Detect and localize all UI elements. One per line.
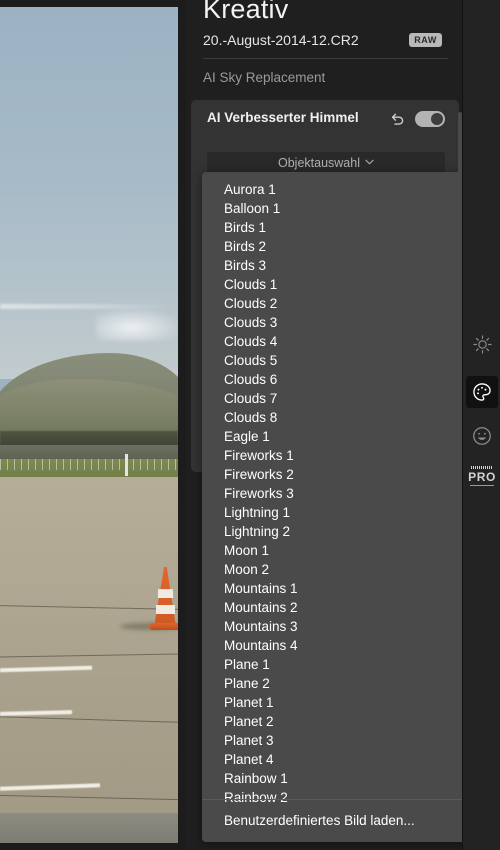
menu-item[interactable]: Clouds 5 <box>202 351 478 370</box>
photo-marker-post <box>125 454 128 476</box>
portrait-icon[interactable] <box>466 420 498 452</box>
menu-item[interactable]: Clouds 4 <box>202 332 478 351</box>
menu-item[interactable]: Planet 1 <box>202 693 478 712</box>
toggle-knob <box>431 113 443 125</box>
menu-item[interactable]: Mountains 3 <box>202 617 478 636</box>
object-select-menu[interactable]: Aurora 1 Balloon 1 Birds 1 Birds 2 Birds 3 Cl… <box>202 172 478 842</box>
menu-item[interactable]: Clouds 2 <box>202 294 478 313</box>
object-select-dropdown-button[interactable]: Objektauswahl <box>207 152 445 173</box>
raw-badge: RAW <box>409 33 442 47</box>
menu-item[interactable]: Planet 2 <box>202 712 478 731</box>
brightness-icon[interactable] <box>466 328 498 360</box>
menu-item[interactable]: Mountains 4 <box>202 636 478 655</box>
section-label: AI Sky Replacement <box>203 70 326 85</box>
edit-panel-content: Kreativ 20.-August-2014-12.CR2 RAW AI Sk… <box>186 0 478 850</box>
menu-item[interactable]: Planet 4 <box>202 750 478 769</box>
menu-item[interactable]: Fireworks 2 <box>202 465 478 484</box>
palette-icon[interactable] <box>466 376 498 408</box>
menu-item[interactable]: Birds 1 <box>202 218 478 237</box>
file-row: 20.-August-2014-12.CR2 RAW <box>203 32 448 54</box>
menu-item[interactable]: Fireworks 1 <box>202 446 478 465</box>
menu-item[interactable]: Balloon 1 <box>202 199 478 218</box>
photo-traffic-cone <box>148 567 178 633</box>
page-title: Kreativ <box>203 0 289 24</box>
menu-item[interactable]: Clouds 8 <box>202 408 478 427</box>
app-window: Kreativ 20.-August-2014-12.CR2 RAW AI Sk… <box>0 0 500 850</box>
file-name: 20.-August-2014-12.CR2 <box>203 32 359 48</box>
menu-item[interactable]: Clouds 1 <box>202 275 478 294</box>
menu-item[interactable]: Birds 3 <box>202 256 478 275</box>
tool-card-title: AI Verbesserter Himmel <box>207 110 359 125</box>
pro-badge[interactable]: PRO <box>463 466 500 486</box>
menu-item[interactable]: Moon 2 <box>202 560 478 579</box>
photo-cloud <box>96 307 178 341</box>
menu-item[interactable]: Aurora 1 <box>202 180 478 199</box>
menu-item[interactable]: Mountains 1 <box>202 579 478 598</box>
pro-dots-icon <box>471 466 493 469</box>
object-select-menu-list: Aurora 1 Balloon 1 Birds 1 Birds 2 Birds 3 Cl… <box>202 172 478 807</box>
menu-item[interactable]: Planet 3 <box>202 731 478 750</box>
menu-item[interactable]: Moon 1 <box>202 541 478 560</box>
menu-item[interactable]: Lightning 2 <box>202 522 478 541</box>
canvas-bottom-strip <box>0 843 186 850</box>
canvas-top-strip <box>0 0 186 7</box>
menu-item[interactable]: Lightning 1 <box>202 503 478 522</box>
tool-rail: PRO <box>462 0 500 850</box>
image-preview[interactable] <box>0 7 178 843</box>
menu-item[interactable]: Clouds 6 <box>202 370 478 389</box>
undo-icon[interactable] <box>389 110 406 127</box>
menu-item[interactable]: Rainbow 1 <box>202 769 478 788</box>
load-custom-image-menu-item[interactable]: Benutzerdefiniertes Bild laden... <box>202 800 478 842</box>
menu-item[interactable]: Clouds 7 <box>202 389 478 408</box>
enable-toggle[interactable] <box>415 111 445 127</box>
chevron-down-icon <box>365 158 374 167</box>
divider <box>203 58 448 59</box>
photo-fence <box>0 459 178 470</box>
object-select-label: Objektauswahl <box>278 155 360 170</box>
photo-tarmac <box>0 477 178 817</box>
photo-asphalt-edge <box>0 813 178 843</box>
menu-item[interactable]: Plane 2 <box>202 674 478 693</box>
menu-item[interactable]: Mountains 2 <box>202 598 478 617</box>
pro-label: PRO <box>468 470 496 484</box>
pro-underline <box>470 485 494 486</box>
menu-item[interactable]: Birds 2 <box>202 237 478 256</box>
menu-item[interactable]: Eagle 1 <box>202 427 478 446</box>
tool-card-header: AI Verbesserter Himmel <box>191 100 459 138</box>
menu-item[interactable]: Plane 1 <box>202 655 478 674</box>
menu-item[interactable]: Clouds 3 <box>202 313 478 332</box>
edit-panel: Kreativ 20.-August-2014-12.CR2 RAW AI Sk… <box>186 0 500 850</box>
menu-item[interactable]: Fireworks 3 <box>202 484 478 503</box>
